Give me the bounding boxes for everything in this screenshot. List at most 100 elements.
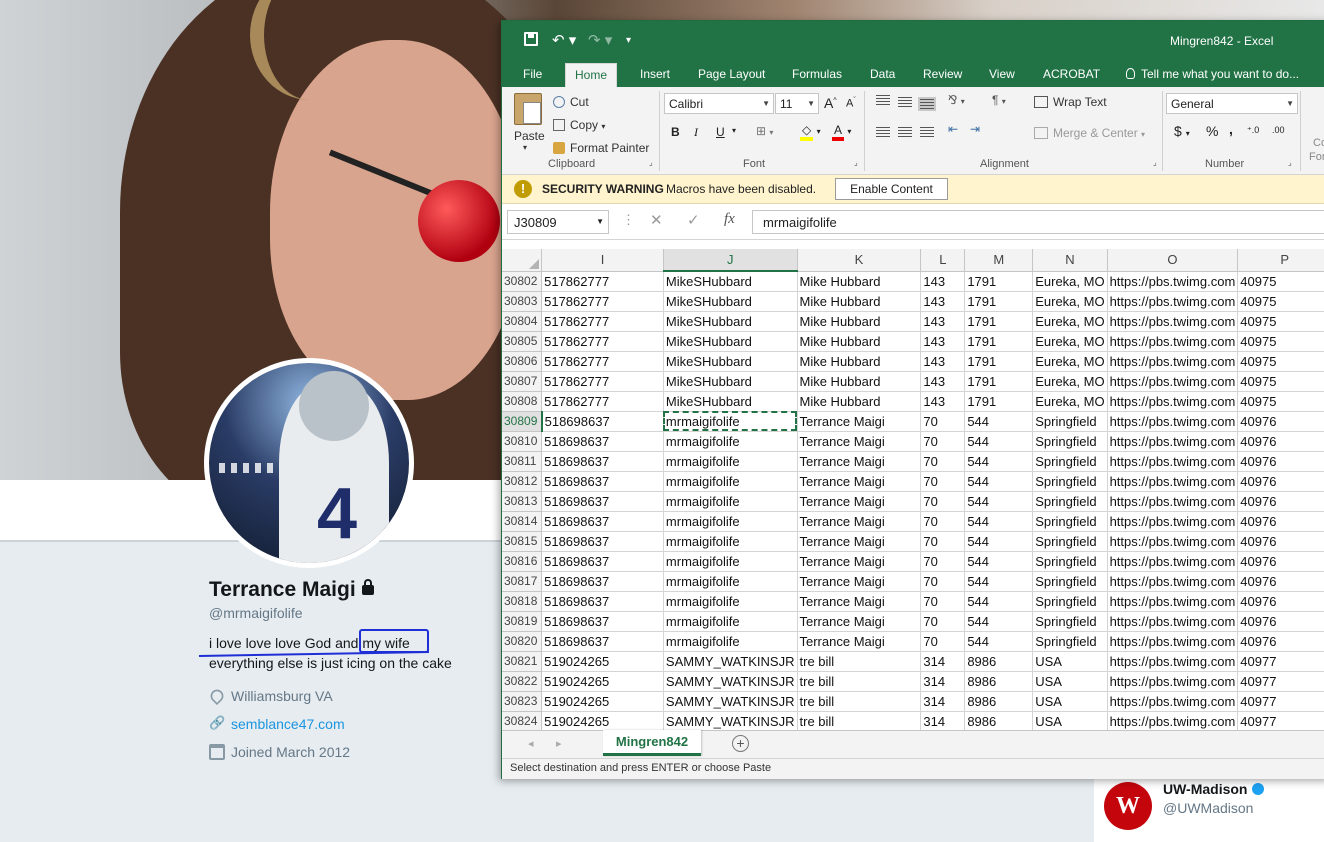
- cell[interactable]: https://pbs.twimg.com: [1107, 551, 1239, 572]
- percent-button[interactable]: %: [1206, 123, 1218, 139]
- cell[interactable]: 517862777: [541, 331, 664, 352]
- cell[interactable]: https://pbs.twimg.com: [1107, 451, 1239, 472]
- cell[interactable]: 518698637: [541, 631, 664, 652]
- align-top-icon[interactable]: [876, 95, 890, 105]
- customize-toolbar-icon[interactable]: ▾: [626, 35, 631, 46]
- cell[interactable]: https://pbs.twimg.com: [1107, 691, 1239, 712]
- cell[interactable]: 40976: [1237, 611, 1324, 632]
- row-header[interactable]: 30813: [502, 491, 543, 512]
- cell[interactable]: 8986: [964, 671, 1034, 692]
- increase-decimal-button[interactable]: ⁺.0: [1247, 125, 1259, 136]
- chevron-right-icon[interactable]: ▸: [556, 737, 562, 750]
- cell[interactable]: USA: [1032, 671, 1108, 692]
- row-header[interactable]: 30803: [502, 291, 543, 312]
- paste-button[interactable]: Paste ▾: [502, 87, 552, 153]
- tab-view[interactable]: View: [989, 67, 1015, 81]
- cell[interactable]: 544: [964, 451, 1034, 472]
- cell[interactable]: 518698637: [541, 451, 664, 472]
- cell[interactable]: mrmaigifolife: [663, 571, 798, 592]
- align-left-icon[interactable]: [876, 127, 890, 137]
- formula-input[interactable]: mrmaigifolife: [752, 210, 1324, 234]
- cell[interactable]: 517862777: [541, 391, 664, 412]
- cell[interactable]: 1791: [964, 371, 1034, 392]
- row-header[interactable]: 30808: [502, 391, 543, 412]
- cell[interactable]: Eureka, MO: [1032, 271, 1108, 292]
- worksheet-table[interactable]: I J K L M N O P 30802 517862777 MikeSHubba…: [502, 249, 1324, 731]
- cell[interactable]: Eureka, MO: [1032, 291, 1108, 312]
- column-header-o[interactable]: O: [1107, 249, 1239, 272]
- clipboard-launcher-icon[interactable]: ⌟: [649, 158, 653, 167]
- cell[interactable]: 70: [920, 611, 966, 632]
- cell[interactable]: 40975: [1237, 311, 1324, 332]
- cell[interactable]: 70: [920, 551, 966, 572]
- cell[interactable]: https://pbs.twimg.com: [1107, 331, 1239, 352]
- cell[interactable]: https://pbs.twimg.com: [1107, 431, 1239, 452]
- cell[interactable]: 544: [964, 471, 1034, 492]
- row-header[interactable]: 30822: [502, 671, 543, 692]
- cell[interactable]: mrmaigifolife: [663, 511, 798, 532]
- cell[interactable]: Eureka, MO: [1032, 331, 1108, 352]
- cell[interactable]: 70: [920, 591, 966, 612]
- avatar[interactable]: 4: [204, 358, 414, 568]
- cell[interactable]: Springfield: [1032, 491, 1108, 512]
- cell[interactable]: https://pbs.twimg.com: [1107, 631, 1239, 652]
- row-header[interactable]: 30821: [502, 651, 543, 672]
- cell[interactable]: 544: [964, 591, 1034, 612]
- cell[interactable]: Springfield: [1032, 591, 1108, 612]
- font-name-box[interactable]: Calibri ▼: [664, 93, 774, 114]
- cell[interactable]: tre bill: [797, 711, 922, 731]
- cell[interactable]: 143: [920, 311, 966, 332]
- cell[interactable]: Springfield: [1032, 611, 1108, 632]
- row-header[interactable]: 30815: [502, 531, 543, 552]
- cell[interactable]: mrmaigifolife: [663, 531, 798, 552]
- cell[interactable]: 40975: [1237, 271, 1324, 292]
- enable-content-button[interactable]: Enable Content: [835, 178, 948, 200]
- cell[interactable]: MikeSHubbard: [663, 331, 798, 352]
- cell[interactable]: 40976: [1237, 511, 1324, 532]
- cell[interactable]: Terrance Maigi: [797, 491, 922, 512]
- tab-page-layout[interactable]: Page Layout: [698, 67, 765, 81]
- cell[interactable]: 544: [964, 631, 1034, 652]
- cell[interactable]: 544: [964, 491, 1034, 512]
- cell[interactable]: 8986: [964, 651, 1034, 672]
- cell[interactable]: mrmaigifolife: [663, 411, 798, 432]
- format-painter-button[interactable]: Format Painter: [553, 141, 649, 155]
- row-header[interactable]: 30818: [502, 591, 543, 612]
- cell[interactable]: 1791: [964, 391, 1034, 412]
- cell[interactable]: mrmaigifolife: [663, 431, 798, 452]
- cell[interactable]: 519024265: [541, 671, 664, 692]
- cell[interactable]: Terrance Maigi: [797, 471, 922, 492]
- align-bottom-icon[interactable]: [918, 97, 936, 111]
- cell[interactable]: Terrance Maigi: [797, 611, 922, 632]
- cell[interactable]: https://pbs.twimg.com: [1107, 671, 1239, 692]
- cell[interactable]: 40975: [1237, 371, 1324, 392]
- cell[interactable]: https://pbs.twimg.com: [1107, 591, 1239, 612]
- cell[interactable]: Eureka, MO: [1032, 391, 1108, 412]
- cell[interactable]: 1791: [964, 351, 1034, 372]
- cut-button[interactable]: Cut: [553, 95, 589, 109]
- cell[interactable]: Springfield: [1032, 551, 1108, 572]
- font-launcher-icon[interactable]: ⌟: [854, 158, 858, 167]
- cell[interactable]: https://pbs.twimg.com: [1107, 291, 1239, 312]
- save-icon[interactable]: [524, 32, 538, 46]
- cell[interactable]: 544: [964, 431, 1034, 452]
- cell[interactable]: 40976: [1237, 551, 1324, 572]
- sheet-tab[interactable]: Mingren842: [603, 730, 701, 756]
- cell[interactable]: 517862777: [541, 291, 664, 312]
- cell[interactable]: Mike Hubbard: [797, 391, 922, 412]
- cell[interactable]: 40976: [1237, 591, 1324, 612]
- cell[interactable]: 519024265: [541, 651, 664, 672]
- cell[interactable]: 1791: [964, 331, 1034, 352]
- cell[interactable]: https://pbs.twimg.com: [1107, 711, 1239, 731]
- cell[interactable]: https://pbs.twimg.com: [1107, 571, 1239, 592]
- cell[interactable]: mrmaigifolife: [663, 471, 798, 492]
- cell[interactable]: 40975: [1237, 291, 1324, 312]
- column-header-j[interactable]: J: [663, 249, 798, 272]
- row-header[interactable]: 30807: [502, 371, 543, 392]
- cell[interactable]: Terrance Maigi: [797, 451, 922, 472]
- cell[interactable]: 40977: [1237, 711, 1324, 731]
- align-center-icon[interactable]: [898, 127, 912, 137]
- cell[interactable]: 143: [920, 331, 966, 352]
- cell[interactable]: 517862777: [541, 271, 664, 292]
- cell[interactable]: tre bill: [797, 651, 922, 672]
